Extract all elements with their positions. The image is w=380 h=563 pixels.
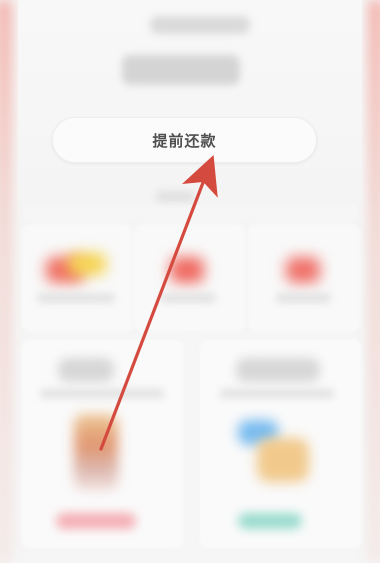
feature-icon xyxy=(170,257,204,283)
feature-caption xyxy=(160,293,216,303)
blurred-caption xyxy=(150,16,250,34)
early-repayment-button[interactable]: 提前还款 xyxy=(52,117,317,163)
promo-illustration xyxy=(257,438,309,482)
feature-icon xyxy=(68,253,106,275)
left-blurred-edge xyxy=(0,0,12,563)
feature-icon xyxy=(286,257,320,283)
promo-title xyxy=(236,358,320,382)
app-screen: 提前还款 xyxy=(0,0,380,563)
promo-title xyxy=(58,358,114,382)
right-blurred-edge xyxy=(368,0,380,563)
promo-action-button[interactable] xyxy=(238,513,302,529)
blurred-amount xyxy=(122,55,240,85)
feature-caption xyxy=(276,293,331,303)
promo-subtitle xyxy=(220,389,334,398)
promo-action-button[interactable] xyxy=(56,513,136,529)
promo-illustration xyxy=(74,414,118,491)
feature-caption xyxy=(37,293,115,303)
promo-subtitle xyxy=(40,389,164,398)
blurred-note xyxy=(156,191,194,202)
